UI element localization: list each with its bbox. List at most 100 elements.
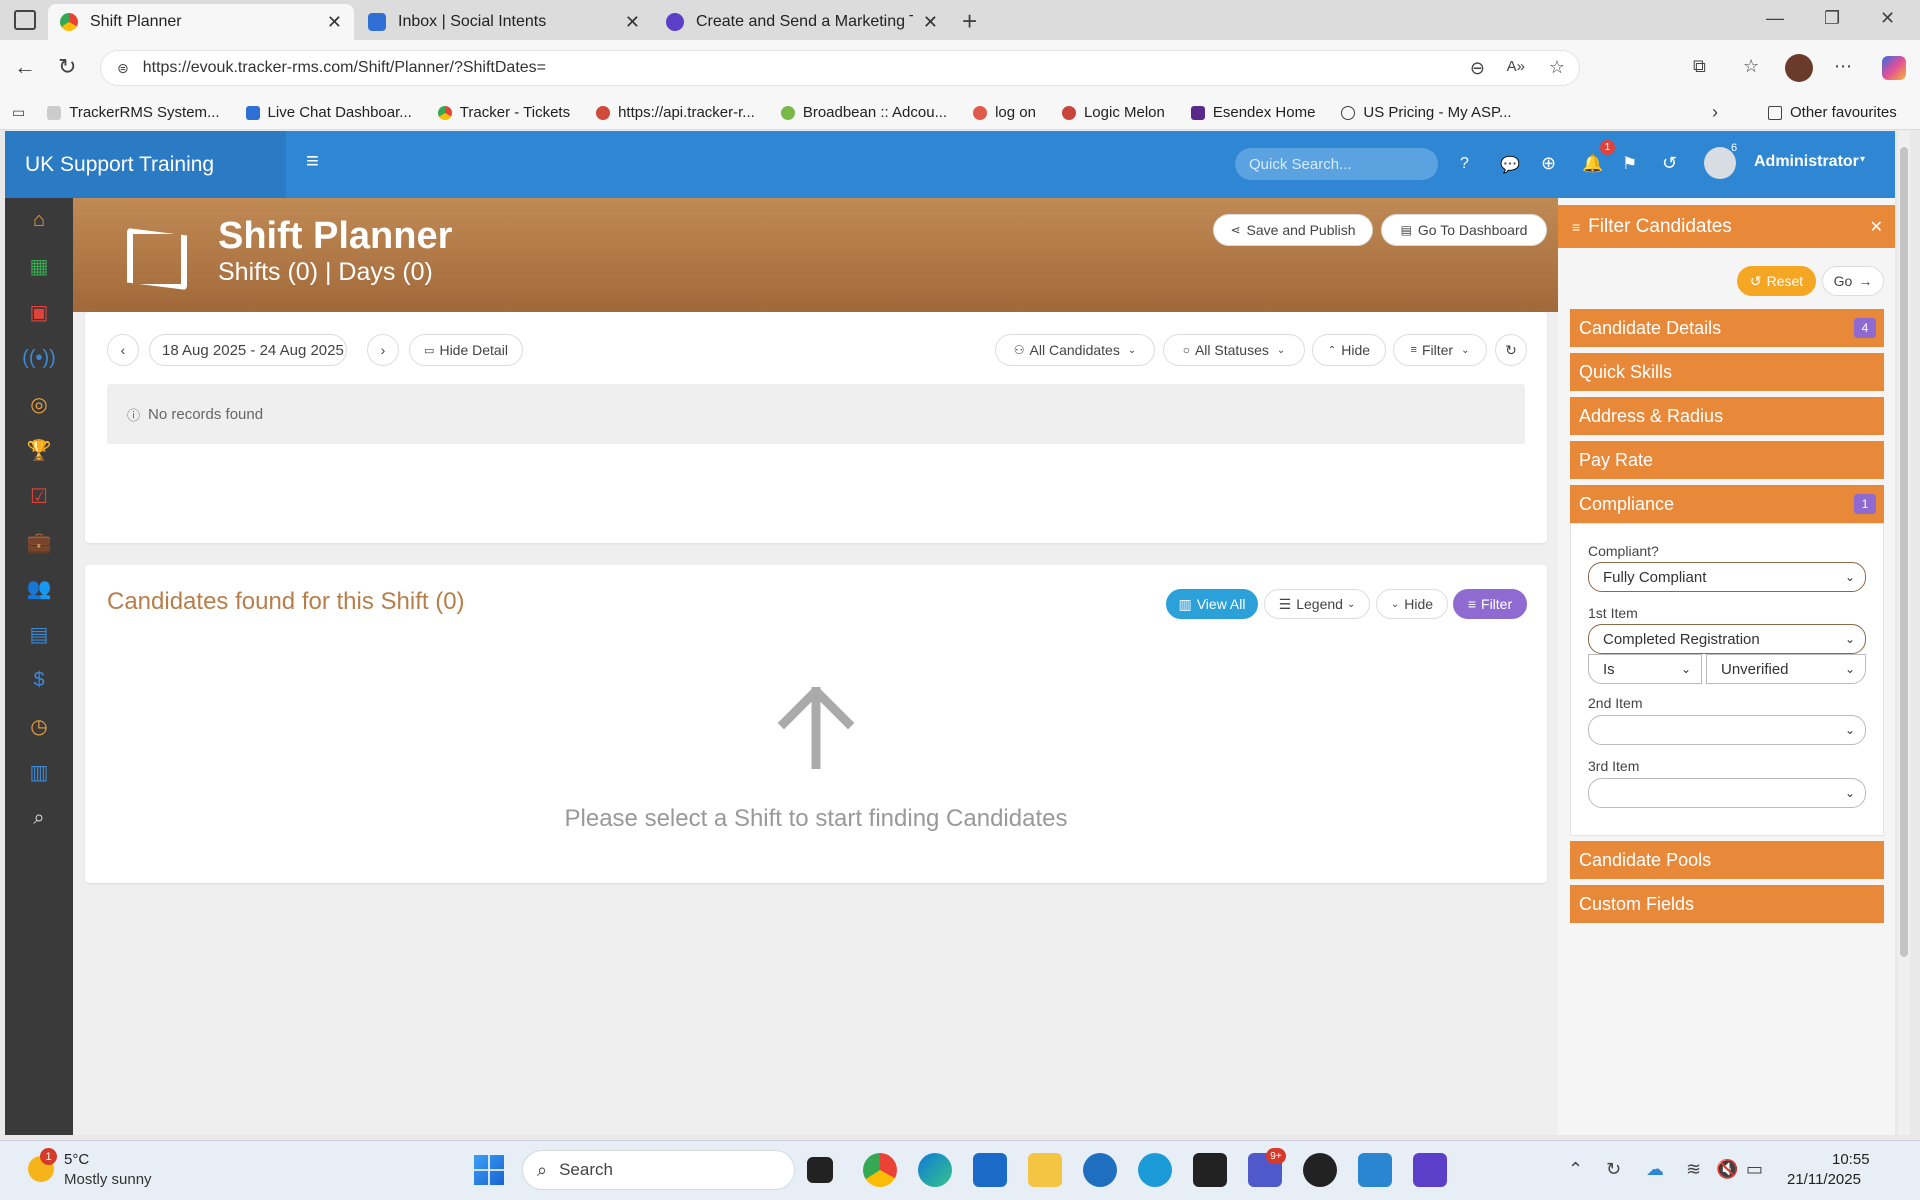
section-candidate-pools[interactable]: Candidate Pools — [1570, 841, 1884, 879]
site-info-icon[interactable]: ⊜ — [117, 60, 129, 77]
restore-icon[interactable]: ❐ — [1824, 8, 1840, 29]
section-pay-rate[interactable]: Pay Rate — [1570, 441, 1884, 479]
prev-week-button[interactable]: ‹ — [107, 334, 139, 366]
hide-button[interactable]: ⌃ Hide — [1312, 334, 1386, 366]
legend-dropdown[interactable]: ☰ Legend ⌄ — [1264, 589, 1370, 619]
chrome-icon[interactable] — [863, 1153, 897, 1187]
bookmark-item[interactable]: Logic Melon — [1061, 104, 1165, 121]
tab-shift-planner[interactable]: Shift Planner ✕ — [48, 4, 354, 40]
target-icon[interactable]: ◎ — [27, 392, 51, 416]
media-player-icon[interactable] — [1303, 1153, 1337, 1187]
tasks-icon[interactable]: ☑ — [27, 484, 51, 508]
save-publish-button[interactable]: ⋖ Save and Publish — [1213, 214, 1373, 246]
section-quick-skills[interactable]: Quick Skills — [1570, 353, 1884, 391]
favorite-star-icon[interactable]: ☆ — [1549, 57, 1565, 78]
item1-select[interactable]: Completed Registration ⌄ — [1588, 624, 1866, 654]
contacts-icon[interactable]: ▣ — [27, 300, 51, 324]
finance-icon[interactable]: $ — [27, 668, 51, 692]
zoom-icon[interactable]: ⊖ — [1470, 58, 1485, 79]
section-candidate-details[interactable]: Candidate Details 4 — [1570, 309, 1884, 347]
all-candidates-dropdown[interactable]: ⚇ All Candidates ⌄ — [995, 334, 1155, 366]
documents-icon[interactable]: ▤ — [27, 622, 51, 646]
go-button[interactable]: Go → — [1822, 266, 1884, 296]
copilot-icon[interactable] — [1882, 56, 1906, 80]
home-icon[interactable]: ⌂ — [27, 208, 51, 232]
hp-icon[interactable] — [1083, 1153, 1117, 1187]
all-statuses-dropdown[interactable]: ○ All Statuses ⌄ — [1163, 334, 1305, 366]
item2-select[interactable]: ⌄ — [1588, 715, 1866, 745]
photos-icon[interactable] — [1358, 1153, 1392, 1187]
sync-icon[interactable]: ↻ — [1606, 1159, 1621, 1180]
close-icon[interactable]: ✕ — [923, 12, 938, 33]
history-icon[interactable]: ↺ — [1662, 153, 1677, 174]
more-menu-icon[interactable]: ⋯ — [1834, 56, 1852, 77]
brand[interactable]: UK Support Training — [5, 131, 286, 198]
bell-icon[interactable]: 🔔 — [1582, 154, 1603, 174]
wifi-icon[interactable]: ≋ — [1686, 1159, 1701, 1180]
clock-icon[interactable]: ◷ — [27, 714, 51, 738]
compliant-select[interactable]: Fully Compliant ⌄ — [1588, 562, 1866, 592]
bookmark-item[interactable]: Broadbean :: Adcou... — [780, 104, 947, 121]
close-icon[interactable]: ✕ — [625, 12, 640, 33]
reports-icon[interactable]: ▥ — [27, 760, 51, 784]
chevron-down-icon[interactable]: ▾ — [1860, 154, 1865, 165]
window-close-icon[interactable]: ✕ — [1880, 8, 1895, 29]
chevron-right-icon[interactable]: › — [1712, 102, 1718, 123]
item3-select[interactable]: ⌄ — [1588, 778, 1866, 808]
refresh-button[interactable]: ↻ — [1495, 334, 1527, 366]
help-icon[interactable]: ? — [1460, 155, 1469, 173]
candidates-icon[interactable]: 👥 — [27, 576, 52, 600]
item1-operator-select[interactable]: Is ⌄ — [1588, 654, 1702, 684]
date-range-picker[interactable]: 18 Aug 2025 - 24 Aug 2025 — [149, 334, 347, 366]
candidates-filter-button[interactable]: ≡ Filter — [1453, 589, 1527, 619]
section-custom-fields[interactable]: Custom Fields — [1570, 885, 1884, 923]
trophy-icon[interactable]: 🏆 — [27, 438, 52, 462]
tab-marketing[interactable]: Create and Send a Marketing Tem ✕ — [654, 4, 950, 40]
next-week-button[interactable]: › — [367, 334, 399, 366]
marketing-app-icon[interactable] — [1413, 1153, 1447, 1187]
page-scrollbar[interactable] — [1898, 131, 1910, 1135]
tab-inbox[interactable]: Inbox | Social Intents ✕ — [356, 4, 652, 40]
bookmark-item[interactable]: Esendex Home — [1190, 104, 1315, 121]
other-favourites[interactable]: Other favourites — [1768, 104, 1897, 121]
url-field[interactable]: ⊜ https://evouk.tracker-rms.com/Shift/Pl… — [100, 50, 1580, 86]
minimize-icon[interactable]: — — [1766, 8, 1784, 29]
battery-icon[interactable]: ▭ — [1746, 1159, 1763, 1180]
bookmark-item[interactable]: US Pricing - My ASP... — [1341, 104, 1512, 121]
favorites-icon[interactable]: ☆ — [1743, 56, 1759, 77]
tab-actions-icon[interactable] — [14, 10, 36, 30]
close-icon[interactable]: ✕ — [327, 12, 342, 33]
flag-icon[interactable]: ⚑ — [1622, 154, 1637, 174]
section-compliance[interactable]: Compliance 1 — [1570, 485, 1884, 523]
filter-dropdown[interactable]: ≡ Filter ⌄ — [1393, 334, 1487, 366]
taskbar-search[interactable]: ⌕ Search — [522, 1150, 795, 1190]
outlook-icon[interactable] — [973, 1153, 1007, 1187]
clock-date[interactable]: 21/11/2025 — [1787, 1171, 1861, 1188]
sticky-notes-icon[interactable] — [1193, 1153, 1227, 1187]
task-view-icon[interactable] — [807, 1157, 833, 1183]
chat-icon[interactable]: 💬 — [1500, 155, 1520, 175]
view-all-button[interactable]: ▥ View All — [1166, 589, 1258, 619]
onedrive-icon[interactable]: ☁ — [1646, 1159, 1664, 1180]
go-dashboard-button[interactable]: ▤ Go To Dashboard — [1381, 214, 1547, 246]
help-app-icon[interactable] — [1138, 1153, 1172, 1187]
user-name[interactable]: Administrator — [1754, 153, 1859, 171]
dashboard-icon[interactable]: ▦ — [27, 254, 51, 278]
item1-status-select[interactable]: Unverified ⌄ — [1706, 654, 1866, 684]
chevron-up-icon[interactable]: ⌃ — [1568, 1159, 1583, 1180]
volume-muted-icon[interactable]: 🔇 — [1716, 1159, 1738, 1180]
briefcase-icon[interactable]: 💼 — [27, 530, 52, 554]
close-icon[interactable]: ✕ — [1870, 217, 1883, 237]
bookmark-item[interactable]: https://api.tracker-r... — [596, 104, 755, 121]
candidates-hide-button[interactable]: ⌄ Hide — [1376, 589, 1448, 619]
broadcast-icon[interactable]: ((•)) — [22, 346, 56, 370]
clock-time[interactable]: 10:55 — [1832, 1151, 1870, 1168]
reset-button[interactable]: ↺ Reset — [1737, 266, 1816, 296]
new-tab-icon[interactable]: + — [962, 6, 977, 37]
extensions-icon[interactable]: ⧉ — [1693, 56, 1706, 77]
profile-avatar[interactable] — [1785, 54, 1813, 82]
bookmark-item[interactable]: Tracker - Tickets — [437, 104, 570, 121]
back-icon[interactable]: ← — [14, 54, 36, 80]
file-explorer-icon[interactable] — [1028, 1153, 1062, 1187]
section-address-radius[interactable]: Address & Radius — [1570, 397, 1884, 435]
